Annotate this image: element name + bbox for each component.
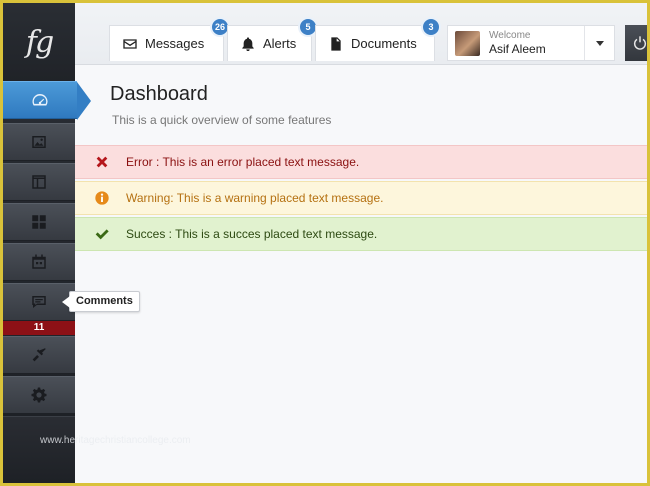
- comments-count-badge: 11: [3, 321, 75, 335]
- sidebar-item-widgets[interactable]: [3, 203, 75, 241]
- topbar: Messages 26 Alerts 5 Documents 3 Welcome…: [75, 3, 647, 65]
- user-name: Asif Aleem: [489, 42, 546, 56]
- tools-icon: [32, 348, 46, 362]
- sidebar-item-calendar[interactable]: [3, 243, 75, 281]
- document-icon: [331, 36, 341, 51]
- comment-icon: [32, 296, 46, 308]
- error-alert-text: Error : This is an error placed text mes…: [126, 155, 360, 169]
- sidebar-item-settings[interactable]: [3, 376, 75, 414]
- checkmark-icon: [95, 229, 109, 240]
- dashboard-gauge-icon: [32, 94, 48, 106]
- warning-alert-text: Warning: This is a warning placed text m…: [126, 191, 384, 205]
- tab-alerts[interactable]: Alerts 5: [227, 17, 318, 61]
- chevron-down-icon[interactable]: [584, 26, 614, 60]
- info-icon: [95, 191, 109, 205]
- tab-messages-label: Messages: [145, 36, 205, 51]
- bell-icon: [242, 36, 254, 51]
- power-icon: [633, 36, 647, 50]
- main-content: Dashboard This is a quick overview of so…: [75, 65, 647, 483]
- success-alert-text: Succes : This is a succes placed text me…: [126, 227, 378, 241]
- app-frame: fg 11 Comments Messages 26 Alerts 5 Docu…: [3, 3, 647, 483]
- grid-icon: [32, 215, 46, 229]
- user-info: Welcome Asif Aleem: [489, 30, 546, 56]
- watermark: www.heritagechristiancollege.com: [40, 435, 191, 446]
- page-subtitle: This is a quick overview of some feature…: [112, 113, 332, 127]
- documents-badge: 3: [421, 17, 441, 37]
- image-icon: [32, 136, 46, 148]
- sidebar: fg 11: [3, 3, 91, 483]
- success-alert: Succes : This is a succes placed text me…: [75, 217, 647, 251]
- error-alert: Error : This is an error placed text mes…: [75, 145, 647, 179]
- logo: fg: [3, 3, 75, 81]
- sidebar-item-gallery[interactable]: [3, 123, 75, 161]
- layout-icon: [32, 175, 46, 189]
- tab-documents[interactable]: Documents 3: [315, 17, 441, 61]
- warning-alert: Warning: This is a warning placed text m…: [75, 181, 647, 215]
- close-x-icon: [96, 156, 108, 168]
- calendar-icon: [32, 254, 46, 269]
- tab-alerts-label: Alerts: [263, 36, 297, 51]
- tab-messages[interactable]: Messages 26: [109, 17, 230, 61]
- page-title: Dashboard: [110, 83, 208, 105]
- avatar: [455, 30, 480, 56]
- envelope-icon: [123, 38, 137, 49]
- sidebar-item-dashboard[interactable]: [3, 81, 91, 120]
- logout-button[interactable]: [625, 25, 647, 61]
- sidebar-spacer: [3, 416, 75, 483]
- welcome-label: Welcome: [489, 30, 531, 41]
- tab-documents-label: Documents: [351, 36, 417, 51]
- gear-icon: [31, 387, 47, 403]
- sidebar-item-layout[interactable]: [3, 163, 75, 201]
- user-menu[interactable]: Welcome Asif Aleem: [447, 25, 615, 61]
- sidebar-item-tools[interactable]: [3, 336, 75, 374]
